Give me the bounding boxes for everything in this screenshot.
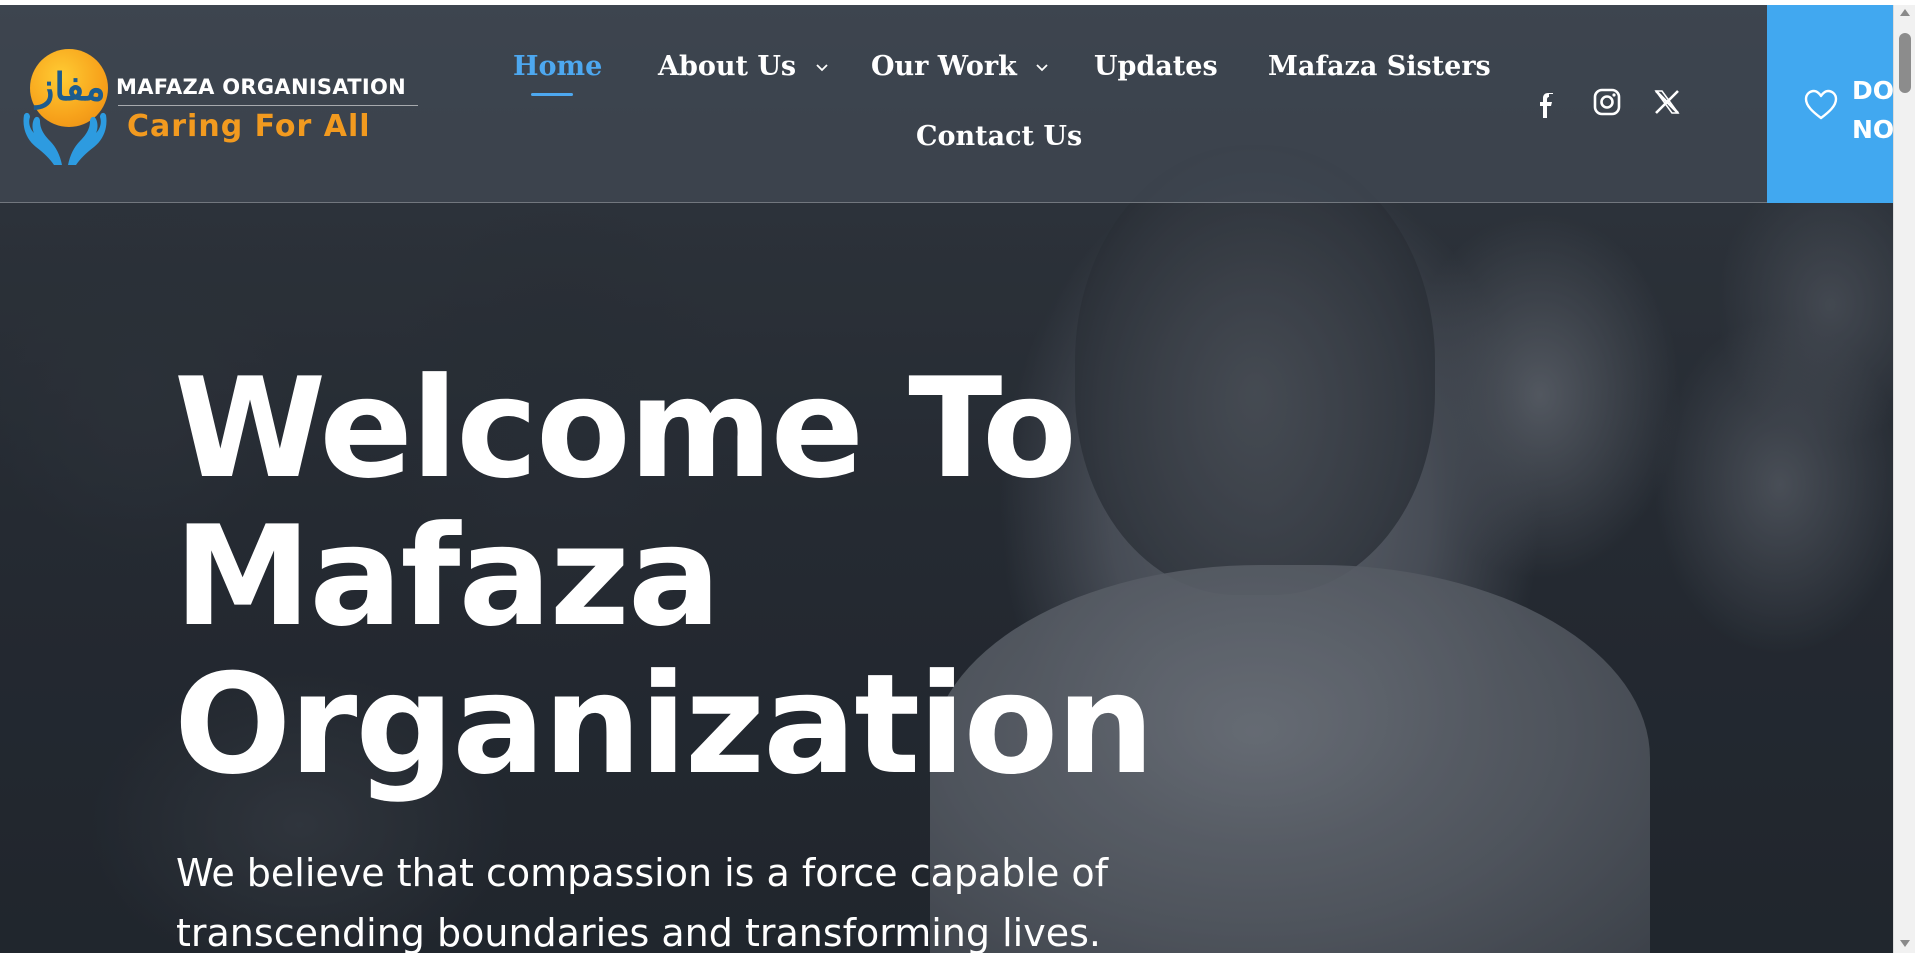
hero-subtitle-line: We believe that compassion is a force ca…: [176, 851, 1109, 895]
donate-label-line1: DONATE: [1852, 76, 1893, 105]
donate-label: DONATE NOW: [1852, 71, 1893, 149]
nav-about-us-label: About Us: [658, 51, 797, 82]
nav-home[interactable]: Home: [513, 51, 602, 82]
instagram-icon[interactable]: [1590, 85, 1624, 119]
donate-now-button[interactable]: DONATE NOW: [1767, 5, 1893, 203]
hero-subtitle: We believe that compassion is a force ca…: [176, 843, 1196, 953]
hero-subtitle-line: transcending boundaries and transforming…: [176, 911, 1101, 953]
chevron-down-icon: [815, 63, 828, 71]
social-links: [1530, 85, 1700, 125]
nav-our-work-label: Our Work: [871, 51, 1017, 82]
scroll-down-arrow-icon[interactable]: [1900, 940, 1910, 947]
nav-about-us[interactable]: About Us: [658, 51, 828, 82]
page-scrollbar[interactable]: [1893, 5, 1915, 953]
hero-title-line: Organization: [174, 644, 1155, 805]
hero-title-line: Mafaza: [174, 496, 721, 657]
nav-updates[interactable]: Updates: [1094, 51, 1218, 82]
hero-title-line: Welcome To: [174, 348, 1077, 509]
facebook-icon[interactable]: [1530, 85, 1564, 119]
heart-icon: [1804, 89, 1838, 120]
scroll-thumb[interactable]: [1899, 33, 1911, 93]
chevron-down-icon: [1036, 63, 1048, 71]
main-nav: Home About Us Our Work Updates Mafaza Si…: [0, 5, 1500, 203]
x-icon[interactable]: [1650, 85, 1684, 119]
nav-contact-us[interactable]: Contact Us: [916, 121, 1082, 152]
nav-our-work[interactable]: Our Work: [871, 51, 1048, 82]
hero-title: Welcome To Mafaza Organization: [174, 355, 1174, 799]
donate-label-line2: NOW: [1852, 115, 1893, 144]
nav-active-indicator: [531, 93, 573, 96]
scroll-up-arrow-icon[interactable]: [1900, 9, 1910, 16]
nav-mafaza-sisters[interactable]: Mafaza Sisters: [1268, 51, 1491, 82]
site-header: مفاز MAFAZA ORGANISATION Caring For All …: [0, 5, 1893, 203]
